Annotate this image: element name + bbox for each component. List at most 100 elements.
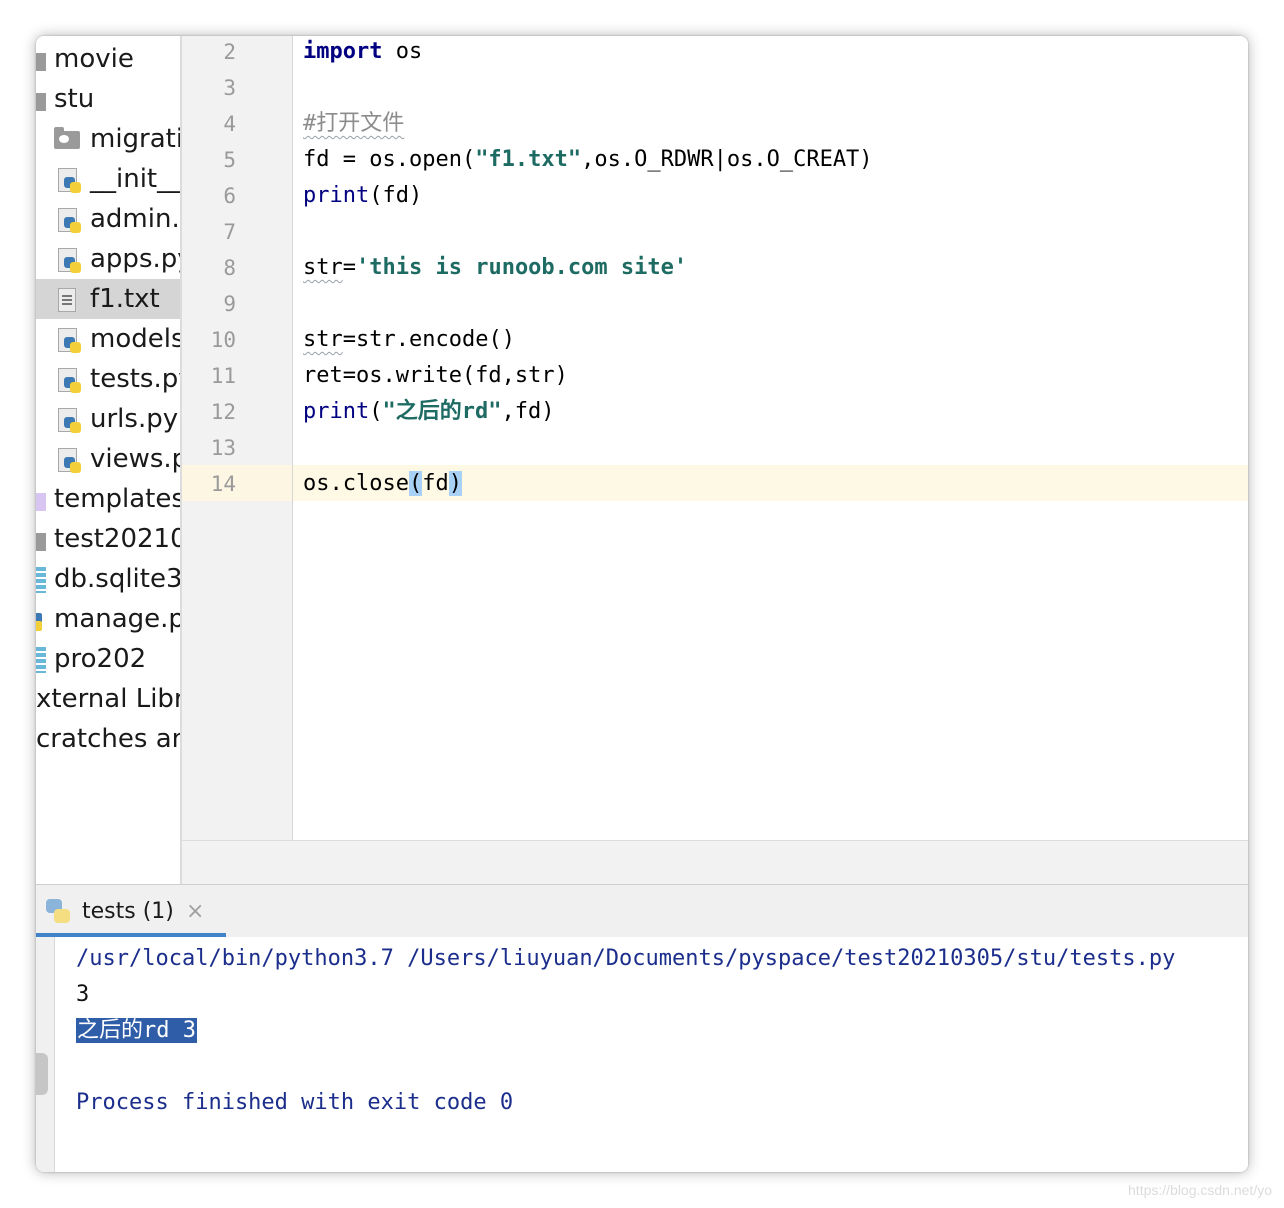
tree-item-templates[interactable]: templates [36,479,180,519]
code-text: = [342,255,356,280]
folder-icon [54,127,80,149]
code-text: os.close [303,471,409,496]
toolbar-handle[interactable] [36,1053,48,1095]
tree-item-external-libraries[interactable]: xternal Libra [36,679,180,719]
tree-item-label: urls.py [90,404,179,434]
tree-item-label: tests.py [90,364,180,394]
line-number-gutter: 2 3 4 5 6 7 8 9 10 11 12 13 14 [182,36,293,840]
string-literal: "f1.txt" [475,147,582,172]
tree-item-label: stu [54,84,95,114]
code-line-5[interactable]: fd = os.open("f1.txt",os.O_RDWR|os.O_CRE… [303,142,873,178]
tree-item-scratches[interactable]: cratches and [36,719,180,759]
code-text: ,os.O_RDWR|os.O_CREAT) [581,147,873,172]
line-number: 2 [223,40,236,64]
code-line-11[interactable]: ret=os.write(fd,str) [303,358,568,394]
ide-window: movie stu migratic __init__. admin.p app… [36,36,1248,1172]
line-number: 4 [223,112,236,136]
run-tab-label: tests (1) [82,899,174,924]
selected-console-text: 之后的rd 3 [76,1018,197,1043]
text-file-icon [58,288,76,312]
tree-item-admin[interactable]: admin.p [36,199,180,239]
code-line-2[interactable]: import os [303,36,422,70]
tree-item-label: models [90,324,182,354]
tree-item-movie[interactable]: movie [36,39,180,79]
tree-item-test20210305[interactable]: test20210 [36,519,180,559]
tree-item-label: apps.py [90,244,180,274]
run-console[interactable]: /usr/local/bin/python3.7 /Users/liuyuan/… [55,937,1248,1172]
tree-item-urls[interactable]: urls.py [36,399,180,439]
tree-item-apps[interactable]: apps.py [36,239,180,279]
builtin-print: print [303,399,370,424]
console-output-line: 3 [76,982,90,1007]
keyword-import: import [303,39,383,64]
code-comment: #打开文件 [303,111,405,136]
matched-paren-close: ) [448,471,462,496]
python-file-icon [58,208,84,234]
line-number: 5 [223,148,236,172]
tree-item-tests[interactable]: tests.py [36,359,180,399]
code-line-4[interactable]: #打开文件 [303,106,404,142]
python-file-icon [58,368,84,394]
code-text: ret=os.write(fd,str) [303,363,568,388]
tree-item-label: pro202 [54,644,147,674]
code-line-12[interactable]: print("之后的rd",fd) [303,394,554,430]
close-icon[interactable]: × [186,885,204,939]
tree-item-label: views.p [90,444,182,474]
database-icon [36,647,46,673]
project-tree: movie stu migratic __init__. admin.p app… [36,36,182,884]
tree-item-label: templates [54,484,182,514]
string-literal: 'this is runoob.com site' [356,255,688,280]
console-output-line: 之后的rd 3 [76,1013,197,1049]
code-line-14[interactable]: os.close(fd) [303,466,462,502]
line-number: 11 [210,364,236,388]
run-tab-tests[interactable]: tests (1) × [36,885,226,937]
tree-item-label: admin.p [90,204,180,234]
tree-item-label: xternal Libra [36,684,180,714]
line-number: 8 [223,256,236,280]
python-file-icon [36,613,44,631]
code-editor[interactable]: import os #打开文件 fd = os.open("f1.txt",os… [293,36,1248,840]
tree-item-label: manage.py [54,604,180,634]
line-number: 10 [210,328,236,352]
tree-item-views[interactable]: views.p [36,439,180,479]
tree-item-label: db.sqlite3 [54,564,182,594]
code-text: (fd) [369,183,423,208]
folder-marker-icon [36,493,46,511]
line-number: 7 [223,220,236,244]
tree-item-label: test20210 [54,524,182,554]
code-variable: str [303,255,343,280]
watermark: https://blog.csdn.net/yo [1128,1182,1272,1198]
builtin-print: print [303,183,370,208]
code-line-8[interactable]: str='this is runoob.com site' [303,250,687,286]
run-tool-header: tests (1) × [36,884,1248,938]
tree-item-label: __init__. [90,164,182,194]
line-number: 14 [210,472,236,496]
folder-marker-icon [36,53,46,71]
matched-paren-open: ( [408,471,423,496]
line-number: 9 [223,292,236,316]
tree-item-label: f1.txt [90,284,160,314]
tree-item-f1-txt[interactable]: f1.txt [36,279,180,319]
tree-item-init[interactable]: __init__. [36,159,180,199]
line-number: 6 [223,184,236,208]
python-icon [44,897,72,925]
line-number: 12 [210,400,236,424]
code-text: ( [369,399,383,424]
tree-item-pro202[interactable]: pro202 [36,639,180,679]
tree-item-label: cratches and [36,724,180,754]
tree-item-stu[interactable]: stu [36,79,180,119]
console-command-line: /usr/local/bin/python3.7 /Users/liuyuan/… [76,946,1176,971]
line-number: 13 [210,436,236,460]
tree-item-manage[interactable]: manage.py [36,599,180,639]
code-line-6[interactable]: print(fd) [303,178,422,214]
tree-item-migrations[interactable]: migratic [36,119,180,159]
code-text: fd [422,471,449,496]
database-icon [36,567,46,593]
editor-breadcrumb-bar [182,840,1248,885]
code-variable: str [303,327,343,352]
code-line-10[interactable]: str=str.encode() [303,322,515,358]
line-number: 3 [223,76,236,100]
python-file-icon [58,328,84,354]
tree-item-db-sqlite3[interactable]: db.sqlite3 [36,559,180,599]
tree-item-models[interactable]: models [36,319,180,359]
